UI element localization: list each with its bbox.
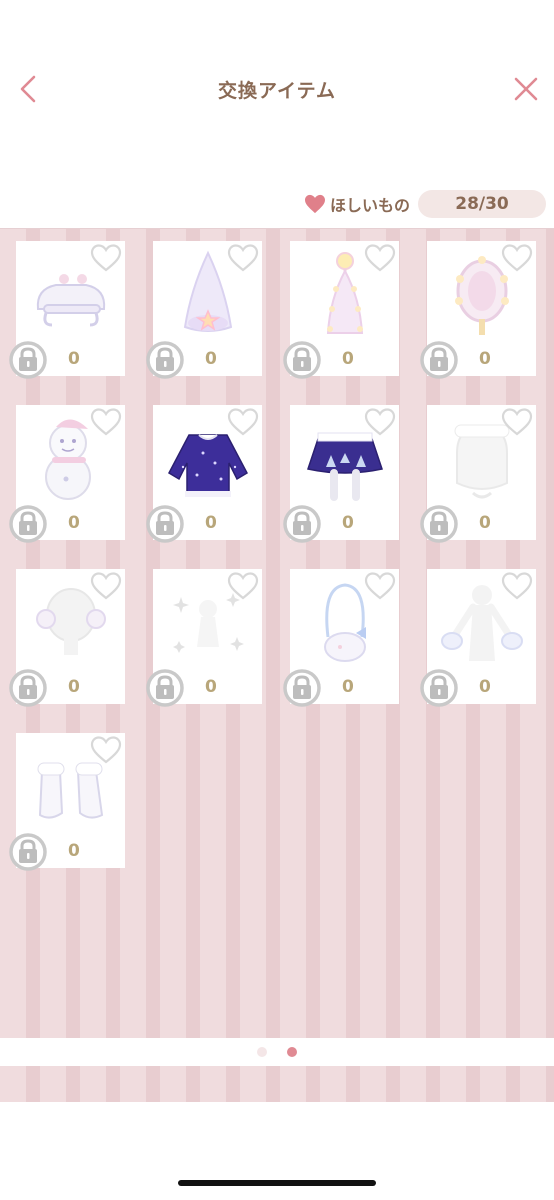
heart-icon[interactable] <box>500 407 534 437</box>
wishlist-label: ほしいもの <box>329 196 410 215</box>
lock-icon <box>419 668 459 708</box>
item-count: 0 <box>342 349 354 369</box>
item-count: 0 <box>205 677 217 697</box>
wishlist-summary[interactable]: ほしいもの 28/30 <box>304 190 546 218</box>
item-card-star-lamp[interactable]: 0 <box>283 241 399 379</box>
page-indicator <box>0 1038 554 1066</box>
home-indicator[interactable] <box>178 1180 376 1186</box>
lock-icon <box>282 340 322 380</box>
item-card-bunny-bag[interactable]: 0 <box>283 569 399 707</box>
item-card-snowman[interactable]: 0 <box>9 405 125 543</box>
item-count: 0 <box>205 513 217 533</box>
heart-icon[interactable] <box>363 407 397 437</box>
heart-icon[interactable] <box>363 243 397 273</box>
lock-icon <box>8 340 48 380</box>
page-dot-2[interactable] <box>287 1047 297 1057</box>
close-icon <box>514 77 538 101</box>
item-card-fluffy-mittens[interactable]: 0 <box>420 569 536 707</box>
heart-icon[interactable] <box>89 243 123 273</box>
item-card-earmuffs[interactable]: 0 <box>9 569 125 707</box>
item-count: 0 <box>68 513 80 533</box>
item-card-snow-hat[interactable]: 0 <box>420 405 536 543</box>
lock-icon <box>8 832 48 872</box>
item-card-light-mirror[interactable]: 0 <box>420 241 536 379</box>
item-count: 0 <box>68 349 80 369</box>
heart-icon[interactable] <box>500 243 534 273</box>
header: 交換アイテム ほしいもの 28/30 <box>0 0 554 228</box>
lock-icon <box>8 668 48 708</box>
item-count: 0 <box>342 513 354 533</box>
item-card-star-cone-tree[interactable]: 0 <box>146 241 262 379</box>
item-grid: 0 0 0 0 0 0 0 0 0 0 0 0 0 <box>9 241 536 871</box>
lock-icon <box>282 504 322 544</box>
item-card-snow-bench[interactable]: 0 <box>9 241 125 379</box>
item-card-sparkle-effect[interactable]: 0 <box>146 569 262 707</box>
close-button[interactable] <box>506 70 546 108</box>
heart-icon[interactable] <box>89 407 123 437</box>
lock-icon <box>8 504 48 544</box>
lock-icon <box>145 504 185 544</box>
item-count: 0 <box>479 513 491 533</box>
item-count: 0 <box>205 349 217 369</box>
heart-icon[interactable] <box>226 407 260 437</box>
item-count: 0 <box>479 677 491 697</box>
item-card-snow-boots[interactable]: 0 <box>9 733 125 871</box>
item-count: 0 <box>479 349 491 369</box>
heart-icon[interactable] <box>226 571 260 601</box>
item-card-tree-skirt[interactable]: 0 <box>283 405 399 543</box>
item-card-night-sweater[interactable]: 0 <box>146 405 262 543</box>
heart-icon[interactable] <box>89 735 123 765</box>
lock-icon <box>282 668 322 708</box>
bottom-stripe <box>0 1066 554 1102</box>
item-count: 0 <box>68 841 80 861</box>
lock-icon <box>419 340 459 380</box>
heart-icon[interactable] <box>89 571 123 601</box>
page-dot-1[interactable] <box>257 1047 267 1057</box>
lock-icon <box>145 340 185 380</box>
heart-icon[interactable] <box>500 571 534 601</box>
item-count: 0 <box>68 677 80 697</box>
heart-icon[interactable] <box>226 243 260 273</box>
exchange-items-screen: 交換アイテム ほしいもの 28/30 0 0 0 0 0 0 0 0 0 0 0 0 0 <box>0 0 554 1200</box>
lock-icon <box>145 668 185 708</box>
heart-icon[interactable] <box>363 571 397 601</box>
heart-icon <box>304 194 325 214</box>
lock-icon <box>419 504 459 544</box>
item-count: 0 <box>342 677 354 697</box>
item-grid-area: 0 0 0 0 0 0 0 0 0 0 0 0 0 <box>0 228 554 1038</box>
page-title: 交換アイテム <box>217 80 337 102</box>
wishlist-count: 28/30 <box>418 190 546 218</box>
